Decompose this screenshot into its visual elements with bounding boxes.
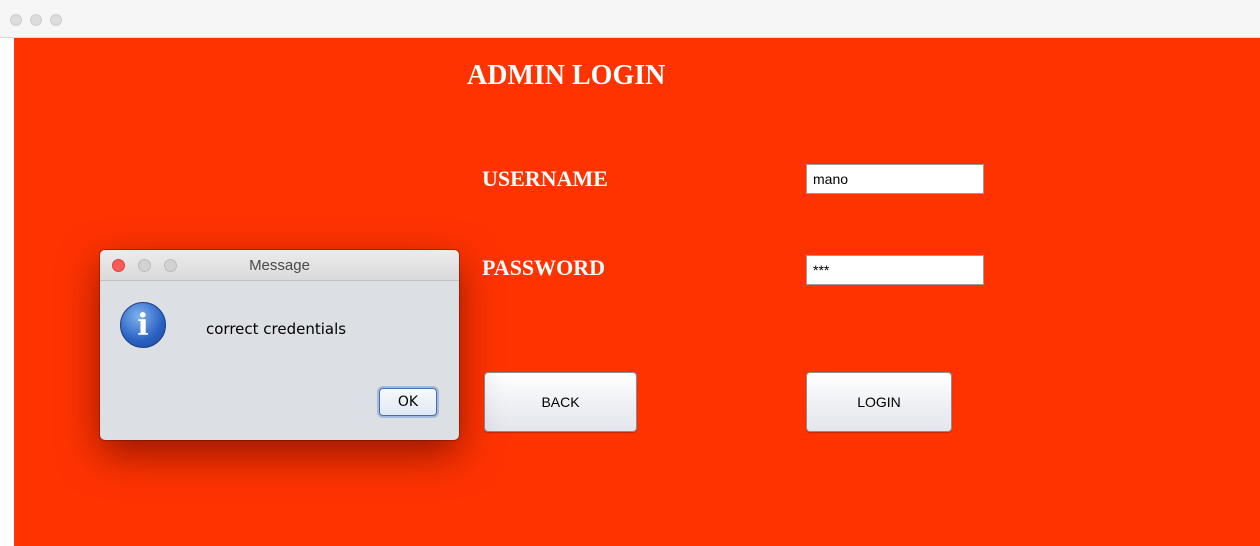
password-label: PASSWORD	[482, 255, 606, 280]
dialog-message: correct credentials	[206, 320, 347, 338]
window-close-dot[interactable]	[10, 14, 22, 26]
ok-button[interactable]: OK	[379, 388, 437, 416]
login-button[interactable]: LOGIN	[806, 372, 952, 432]
window-zoom-dot[interactable]	[50, 14, 62, 26]
info-icon: i	[120, 302, 166, 348]
back-button[interactable]: BACK	[484, 372, 637, 432]
login-button-label: LOGIN	[857, 394, 901, 410]
dialog-title: Message	[249, 257, 310, 274]
username-field[interactable]: mano	[806, 164, 984, 194]
dialog-titlebar: Message	[100, 250, 459, 281]
window-titlebar	[0, 0, 1260, 38]
window-edge	[0, 38, 14, 546]
ok-button-label: OK	[397, 394, 419, 410]
username-label: USERNAME	[482, 166, 608, 191]
window-minimize-dot[interactable]	[30, 14, 42, 26]
back-button-label: BACK	[541, 394, 580, 410]
message-dialog: Message i correct credentials OK	[100, 250, 459, 440]
password-field[interactable]: ***	[806, 255, 984, 285]
page-title: ADMIN LOGIN	[467, 60, 666, 91]
